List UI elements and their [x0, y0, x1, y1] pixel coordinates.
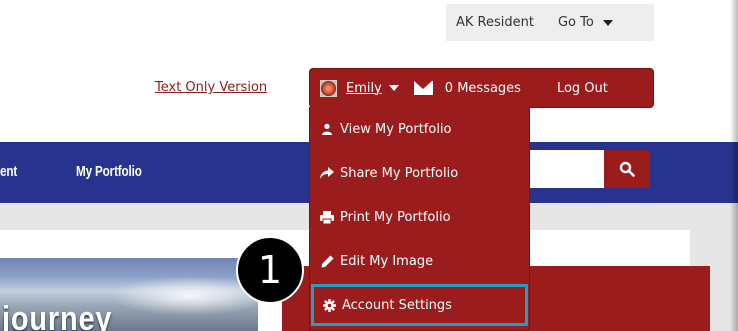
user-bar: Emily 0 Messages Log Out [309, 68, 654, 108]
menu-item-label: Account Settings [342, 297, 452, 313]
search-input[interactable] [530, 150, 604, 188]
menu-item-label: Print My Portfolio [340, 209, 451, 225]
gear-icon [322, 298, 336, 312]
text-only-version-link[interactable]: Text Only Version [155, 80, 267, 95]
browser-viewport: AK Resident Go To Text Only Version Emil… [0, 0, 738, 331]
share-arrow-icon [320, 166, 334, 180]
menu-item-account-settings[interactable]: Account Settings [310, 283, 529, 327]
window-shadow [730, 0, 738, 331]
messages-link[interactable]: 0 Messages [445, 81, 521, 96]
search-button[interactable] [604, 150, 650, 188]
step-number-badge: 1 [236, 236, 304, 304]
goto-label: Go To [557, 15, 594, 30]
user-dropdown-menu: View My Portfolio Share My Portfolio Pri… [309, 107, 530, 331]
menu-item-view-portfolio[interactable]: View My Portfolio [310, 107, 529, 151]
utility-bar: AK Resident Go To [446, 4, 654, 41]
printer-icon [320, 210, 334, 224]
ak-resident-link[interactable]: AK Resident [456, 15, 534, 30]
caret-down-icon[interactable] [388, 85, 399, 91]
user-menu-toggle[interactable]: Emily [346, 81, 382, 96]
nav-item-partial[interactable]: ent [0, 163, 17, 180]
goto-menu[interactable]: Go To [558, 15, 613, 30]
menu-item-label: Edit My Image [340, 253, 434, 269]
menu-item-label: View My Portfolio [340, 121, 452, 137]
caret-down-icon [602, 19, 613, 26]
avatar-icon [320, 79, 337, 97]
menu-item-print-portfolio[interactable]: Print My Portfolio [310, 195, 529, 239]
user-icon [320, 122, 334, 136]
envelope-icon [413, 81, 433, 95]
pencil-icon [320, 254, 334, 268]
menu-item-share-portfolio[interactable]: Share My Portfolio [310, 151, 529, 195]
hero-heading: journey [2, 300, 113, 331]
logout-link[interactable]: Log Out [557, 81, 608, 96]
menu-item-edit-image[interactable]: Edit My Image [310, 239, 529, 283]
menu-item-label: Share My Portfolio [340, 165, 459, 181]
search-icon [619, 161, 635, 177]
nav-item-my-portfolio[interactable]: My Portfolio [76, 163, 142, 180]
